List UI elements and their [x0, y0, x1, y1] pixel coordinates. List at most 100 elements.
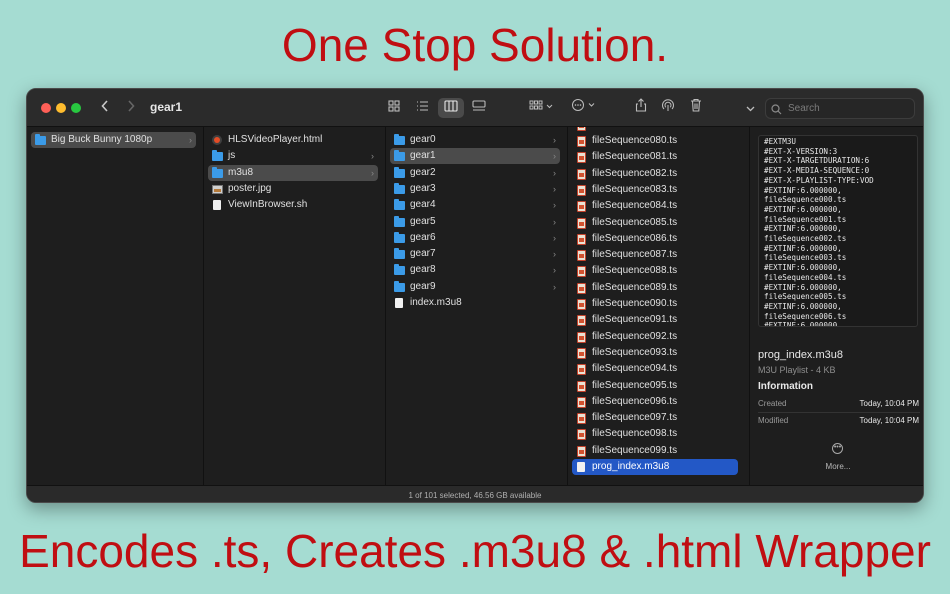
item-label: gear3 — [410, 182, 436, 194]
close-window-button[interactable] — [41, 103, 51, 113]
zoom-window-button[interactable] — [71, 103, 81, 113]
item-label: fileSequence096.ts — [592, 395, 678, 407]
minimize-window-button[interactable] — [56, 103, 66, 113]
ts-file-icon — [576, 315, 587, 327]
list-item[interactable]: gear3 › — [390, 181, 560, 197]
ts-file-icon — [576, 364, 587, 376]
list-item[interactable]: gear0 › — [390, 132, 560, 148]
share-icon[interactable] — [633, 98, 649, 118]
preview-content: #EXTM3U #EXT-X-VERSION:3 #EXT-X-TARGETDU… — [764, 137, 874, 327]
ts-file-icon — [576, 396, 587, 408]
chevron-right-icon: › — [553, 232, 556, 243]
list-item[interactable]: gear2 › — [390, 165, 560, 181]
list-item[interactable]: fileSequence096.ts — [572, 394, 738, 410]
chevron-right-icon: › — [189, 135, 192, 145]
list-item[interactable]: fileSequence081.ts — [572, 149, 738, 165]
item-label: gear5 — [410, 215, 436, 227]
chevron-right-icon: › — [553, 216, 556, 227]
modified-value: Today, 10:04 PM — [859, 416, 919, 425]
list-item[interactable]: fileSequence093.ts — [572, 345, 738, 361]
group-by-icon[interactable] — [527, 98, 557, 118]
list-item[interactable]: fileSequence088.ts — [572, 263, 738, 279]
list-item[interactable]: fileSequence082.ts — [572, 166, 738, 182]
folder-icon — [394, 248, 405, 260]
airdrop-icon[interactable] — [660, 98, 676, 118]
list-item[interactable]: m3u8 › — [208, 164, 378, 181]
list-item[interactable]: gear4 › — [390, 197, 560, 213]
item-label: fileSequence090.ts — [592, 298, 678, 309]
trash-icon[interactable] — [688, 98, 704, 118]
list-item[interactable]: fileSequence083.ts — [572, 182, 738, 198]
list-item[interactable]: ViewInBrowser.sh — [208, 197, 378, 213]
back-icon[interactable] — [99, 98, 111, 118]
list-item[interactable]: gear6 › — [390, 230, 560, 246]
item-label: js — [228, 150, 236, 162]
list-item[interactable]: fileSequence098.ts — [572, 426, 738, 442]
list-item[interactable]: fileSequence086.ts — [572, 231, 738, 247]
item-label: gear9 — [410, 280, 436, 292]
more-button[interactable]: More... — [750, 462, 923, 471]
folder-icon — [394, 166, 405, 178]
list-item[interactable]: js › — [208, 148, 378, 164]
list-item[interactable]: fileSequence085.ts — [572, 215, 738, 231]
list-item[interactable]: fileSequence089.ts — [572, 280, 738, 296]
item-label: gear2 — [410, 166, 436, 178]
list-item[interactable]: gear5 › — [390, 214, 560, 230]
ts-file-icon — [576, 168, 587, 180]
item-label: gear0 — [410, 134, 436, 145]
list-item[interactable]: fileSequence092.ts — [572, 329, 738, 345]
chevron-right-icon: › — [553, 281, 556, 292]
more-icon[interactable]: ••• — [832, 443, 843, 454]
list-item[interactable]: gear8 › — [390, 262, 560, 278]
list-item[interactable]: fileSequence090.ts — [572, 296, 738, 312]
chevron-down-icon[interactable] — [743, 98, 757, 118]
item-label: fileSequence086.ts — [592, 232, 678, 244]
chevron-right-icon: › — [553, 135, 556, 145]
list-item[interactable]: Big Buck Bunny 1080p › — [31, 132, 196, 148]
list-item[interactable]: prog_index.m3u8 — [572, 459, 738, 475]
folder-icon — [394, 264, 405, 276]
headline-top: One Stop Solution. — [281, 19, 669, 71]
list-item[interactable]: fileSequence097.ts — [572, 410, 738, 426]
list-item[interactable]: fileSequence099.ts — [572, 443, 738, 459]
folder-icon — [212, 166, 223, 178]
list-item[interactable]: fileSequence084.ts — [572, 198, 738, 214]
modified-label: Modified — [758, 416, 789, 425]
list-item[interactable]: poster.jpg — [208, 181, 378, 197]
icon-view-icon[interactable] — [385, 98, 403, 118]
item-label: gear6 — [410, 231, 436, 243]
ts-file-icon — [576, 413, 587, 425]
list-item[interactable]: fileSequence095.ts — [572, 378, 738, 394]
item-label: fileSequence088.ts — [592, 265, 678, 277]
ts-file-icon — [576, 127, 587, 131]
list-view-icon[interactable] — [413, 98, 431, 118]
list-item[interactable]: index.m3u8 — [390, 295, 560, 311]
forward-icon[interactable] — [125, 98, 137, 118]
item-label: fileSequence099.ts — [592, 444, 678, 456]
item-label: poster.jpg — [228, 182, 272, 194]
item-label: fileSequence084.ts — [592, 200, 678, 212]
chevron-right-icon: › — [553, 151, 556, 162]
item-label: index.m3u8 — [410, 297, 462, 308]
item-label: gear7 — [410, 248, 436, 260]
list-item[interactable]: gear1 › — [390, 148, 560, 165]
document-icon — [576, 462, 587, 472]
search-input[interactable]: Search — [765, 98, 915, 119]
folder-icon — [394, 199, 405, 211]
list-item[interactable]: fileSequence087.ts — [572, 247, 738, 263]
column-view-icon[interactable] — [438, 98, 464, 118]
list-item[interactable]: fileSequence094.ts — [572, 361, 738, 377]
ts-file-icon — [576, 184, 587, 196]
folder-icon — [35, 134, 46, 145]
ts-file-icon — [576, 233, 587, 245]
list-item[interactable]: fileSequence091.ts — [572, 312, 738, 328]
list-item[interactable]: gear9 › — [390, 279, 560, 295]
gallery-view-icon[interactable] — [470, 98, 488, 118]
search-icon — [771, 102, 782, 120]
item-label: HLSVideoPlayer.html — [228, 134, 323, 145]
created-value: Today, 10:04 PM — [859, 399, 919, 408]
list-item[interactable]: gear7 › — [390, 246, 560, 262]
more-actions-icon[interactable] — [569, 98, 599, 118]
list-item[interactable]: fileSequence080.ts — [572, 133, 738, 149]
list-item[interactable]: HLSVideoPlayer.html — [208, 132, 378, 148]
